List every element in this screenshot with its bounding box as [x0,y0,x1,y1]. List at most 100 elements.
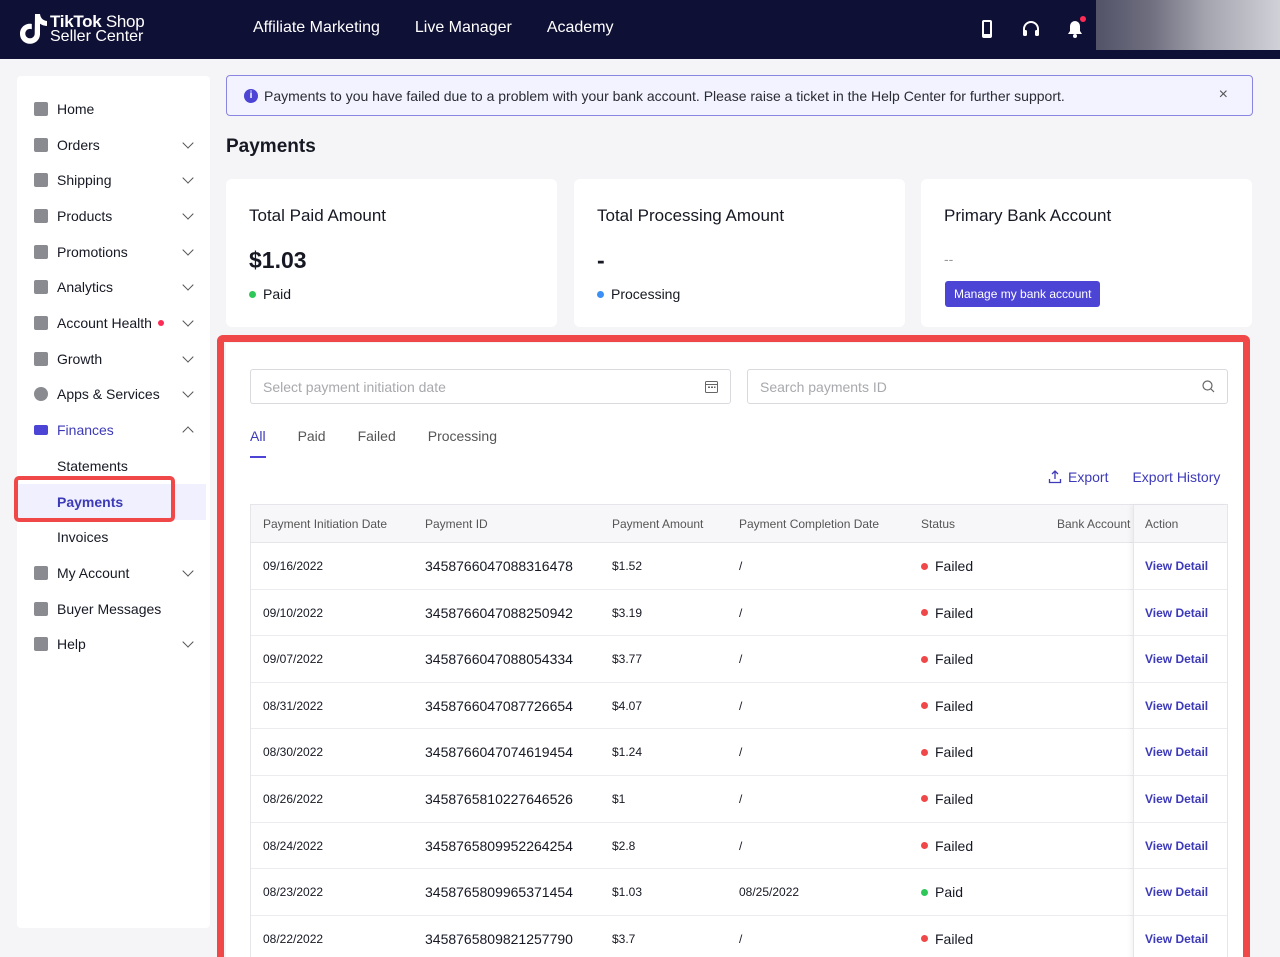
sidebar-item-growth[interactable]: Growth [17,341,210,377]
cell-payment-amount: $3.77 [612,652,643,667]
nav-live-manager[interactable]: Live Manager [415,19,512,37]
view-detail-link[interactable]: View Detail [1145,792,1208,806]
status-tabs: All Paid Failed Processing [250,428,529,458]
cell-completion-date: / [739,698,743,713]
chevron-down-icon [182,244,194,256]
sidebar-item-finances[interactable]: Finances [17,412,210,448]
chevron-down-icon [182,315,194,327]
status-dot [921,702,928,710]
export-history-link[interactable]: Export History [1132,469,1220,485]
sidebar-item-shipping[interactable]: Shipping [17,162,210,198]
cell-initiation-date: 08/30/2022 [263,745,324,760]
upload-icon [1048,470,1062,484]
cell-payment-id: 3458765809821257790 [425,930,573,947]
cell-initiation-date: 08/26/2022 [263,791,324,806]
table-row: 09/16/2022 3458766047088316478 $1.52 / Faile… [251,543,1227,590]
sidebar-item-orders[interactable]: Orders [17,127,210,163]
status-dot [921,842,928,850]
cell-completion-date: / [739,838,743,853]
tab-paid[interactable]: Paid [298,428,326,458]
processing-status: Processing [597,286,680,302]
tiktok-shop-logo[interactable]: TikTok Shop Seller Center [18,12,145,46]
table-row: 09/07/2022 3458766047088054334 $3.77 / Faile… [251,636,1227,683]
mobile-icon[interactable] [976,18,998,40]
close-icon[interactable]: × [1219,86,1228,104]
card-title: Total Paid Amount [249,206,387,225]
cell-status: Failed [921,791,973,807]
cell-status: Failed [921,605,973,621]
cell-payment-amount: $3.7 [612,931,636,946]
page-title: Payments [226,136,316,157]
view-detail-link[interactable]: View Detail [1145,559,1208,573]
date-picker-input[interactable] [251,370,671,403]
export-button[interactable]: Export [1048,469,1108,485]
chevron-down-icon [182,636,194,648]
chevron-down-icon [182,565,194,577]
chevron-down-icon [182,137,194,149]
sidebar-item-products[interactable]: Products [17,198,210,234]
col-completion-date: Payment Completion Date [739,517,880,531]
bank-failure-alert: i Payments to you have failed due to a p… [226,75,1253,116]
status-dot [921,609,928,617]
top-nav: Affiliate Marketing Live Manager Academy [253,19,649,37]
sidebar-sub-invoices[interactable]: Invoices [17,519,206,555]
view-detail-link[interactable]: View Detail [1145,932,1208,946]
manage-bank-account-button[interactable]: Manage my bank account [945,281,1101,307]
view-detail-link[interactable]: View Detail [1145,745,1208,759]
search-input[interactable] [748,370,1168,403]
card-title: Primary Bank Account [944,206,1112,225]
processing-dot [597,290,604,298]
cell-payment-amount: $1.24 [612,745,643,760]
table-header: Payment Initiation Date Payment ID Payme… [251,505,1227,543]
view-detail-link[interactable]: View Detail [1145,699,1208,713]
bar-chart-icon [34,280,48,294]
cell-completion-date: / [739,931,743,946]
cell-initiation-date: 08/22/2022 [263,931,324,946]
status-dot [921,655,928,663]
notification-dot [1080,16,1086,22]
view-detail-link[interactable]: View Detail [1145,606,1208,620]
sidebar-item-help[interactable]: Help [17,626,210,662]
search-icon[interactable] [1202,380,1215,393]
tab-failed[interactable]: Failed [358,428,396,458]
cell-payment-amount: $1.52 [612,559,643,573]
sidebar-item-analytics[interactable]: Analytics [17,269,210,305]
table-row: 08/30/2022 3458766047074619454 $1.24 / Faile… [251,729,1227,776]
sidebar-item-home[interactable]: Home [17,91,210,127]
view-detail-link[interactable]: View Detail [1145,839,1208,853]
view-detail-link[interactable]: View Detail [1145,652,1208,666]
view-detail-link[interactable]: View Detail [1145,885,1208,899]
date-picker-field[interactable] [250,369,731,404]
cell-payment-id: 3458766047087726654 [425,697,573,714]
status-dot [921,935,928,943]
table-body: 09/16/2022 3458766047088316478 $1.52 / Faile… [251,543,1227,957]
search-field[interactable] [747,369,1228,404]
sidebar-item-promotions[interactable]: Promotions [17,234,210,270]
user-icon [34,566,48,580]
col-bank-account: Bank Account [1057,517,1131,531]
cell-payment-id: 3458766047088250942 [425,604,573,621]
tab-processing[interactable]: Processing [428,428,497,458]
card-icon [34,425,48,435]
sidebar-item-buyer-messages[interactable]: Buyer Messages [17,591,210,627]
table-row: 08/23/2022 3458765809965371454 $1.03 08/25/… [251,869,1227,916]
cell-status: Failed [921,651,973,667]
account-avatar-blurred[interactable] [1096,0,1280,50]
tab-all[interactable]: All [250,428,266,458]
total-processing-card: Total Processing Amount - Processing [574,179,905,327]
cell-completion-date: 08/25/2022 [739,885,800,900]
sidebar-item-apps-services[interactable]: Apps & Services [17,376,210,412]
home-icon [34,102,48,116]
sidebar-item-my-account[interactable]: My Account [17,555,210,591]
tiktok-logo-icon [20,14,47,44]
cell-payment-id: 3458765810227646526 [425,790,573,807]
cell-initiation-date: 09/07/2022 [263,652,324,667]
nav-affiliate-marketing[interactable]: Affiliate Marketing [253,19,380,37]
headset-icon[interactable] [1020,18,1042,40]
medal-icon [34,352,48,366]
nav-academy[interactable]: Academy [547,19,614,37]
notification-bell-icon[interactable] [1064,16,1086,40]
sidebar-item-account-health[interactable]: Account Health [17,305,210,341]
chat-icon [34,602,48,616]
cell-payment-amount: $3.19 [612,605,643,620]
